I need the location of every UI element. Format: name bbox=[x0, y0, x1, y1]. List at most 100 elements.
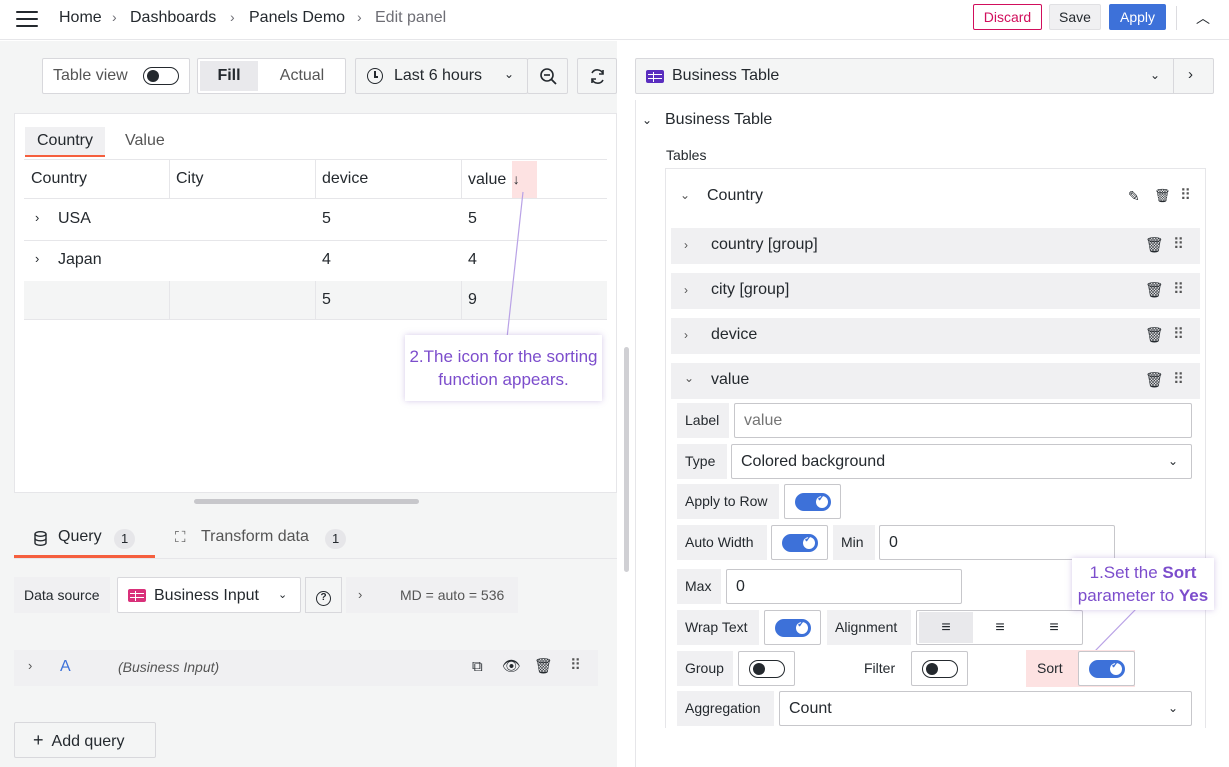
sort-switch[interactable] bbox=[1089, 660, 1125, 678]
tab-transform-label: Transform data bbox=[201, 528, 309, 545]
datasource-select[interactable]: Business Input ⌄ bbox=[117, 577, 301, 613]
filter-switch[interactable] bbox=[922, 660, 958, 678]
chevron-right-icon[interactable]: › bbox=[28, 658, 32, 673]
chevron-down-icon: ⌄ bbox=[1150, 68, 1161, 82]
trash-icon[interactable]: 🗑 bbox=[534, 657, 553, 675]
chevron-down-icon: ⌄ bbox=[1168, 701, 1179, 715]
chevron-right-icon: › bbox=[358, 587, 363, 602]
query-options-info: MD = auto = 536 bbox=[400, 587, 505, 603]
datasource-help-button[interactable]: ? bbox=[305, 577, 342, 613]
tables-label: Tables bbox=[666, 147, 707, 163]
group-item-value[interactable]: ⌄ value 🗑 ⠿ bbox=[671, 363, 1200, 399]
eye-icon[interactable]: 👁 bbox=[502, 657, 521, 675]
type-select[interactable]: Colored background ⌄ bbox=[731, 444, 1192, 479]
tab-query[interactable]: Query 1 bbox=[14, 528, 155, 558]
drag-handle-icon[interactable]: ⠿ bbox=[1173, 280, 1184, 298]
drag-handle-icon[interactable]: ⠿ bbox=[1180, 186, 1191, 204]
min-label: Min bbox=[833, 525, 875, 560]
trash-icon[interactable]: 🗑 bbox=[1145, 326, 1164, 344]
trash-icon[interactable]: 🗑 bbox=[1145, 236, 1164, 254]
section-title: Business Table bbox=[665, 111, 773, 128]
query-source: (Business Input) bbox=[118, 659, 220, 675]
max-label: Max bbox=[677, 569, 721, 604]
database-icon bbox=[34, 531, 47, 546]
query-row-a[interactable]: › A (Business Input) ⧉ 👁 🗑 ⠿ bbox=[14, 650, 598, 686]
group-item-label: device bbox=[711, 326, 758, 343]
trash-icon[interactable]: 🗑 bbox=[1145, 371, 1164, 389]
type-field-label: Type bbox=[677, 444, 727, 479]
drag-handle-icon[interactable]: ⠿ bbox=[570, 656, 581, 674]
align-left-icon[interactable]: ≡ bbox=[919, 612, 973, 643]
group-item-label: city [group] bbox=[711, 281, 790, 298]
sort-toggle-box bbox=[1078, 651, 1135, 686]
group-item-label: value bbox=[711, 371, 750, 388]
align-center-icon[interactable]: ≡ bbox=[973, 612, 1027, 643]
group-item-device[interactable]: › device 🗑 ⠿ bbox=[671, 318, 1200, 354]
drag-handle-icon[interactable]: ⠿ bbox=[1173, 370, 1184, 388]
annotation-sort-icon: 2.The icon for the sorting function appe… bbox=[405, 335, 602, 401]
horizontal-resize-handle[interactable] bbox=[194, 499, 419, 504]
alignment-group: ≡ ≡ ≡ bbox=[916, 610, 1083, 645]
query-count-badge: 1 bbox=[114, 529, 136, 549]
apply-to-row-switch[interactable] bbox=[795, 493, 831, 511]
chevron-right-icon: › bbox=[684, 283, 688, 297]
chevron-down-icon: ⌄ bbox=[1168, 454, 1179, 468]
trash-icon[interactable]: 🗑 bbox=[1154, 188, 1171, 204]
business-input-icon bbox=[128, 589, 146, 602]
query-letter: A bbox=[60, 658, 71, 675]
apply-to-row-toggle-box bbox=[784, 484, 841, 519]
add-query-button[interactable]: + Add query bbox=[14, 722, 156, 758]
visualization-picker[interactable]: Business Table ⌄ › bbox=[635, 58, 1214, 94]
drag-handle-icon[interactable]: ⠿ bbox=[1173, 235, 1184, 253]
drag-handle-icon[interactable]: ⠿ bbox=[1173, 325, 1184, 343]
aggregation-label: Aggregation bbox=[677, 691, 774, 726]
auto-width-toggle-box bbox=[771, 525, 828, 560]
label-input[interactable] bbox=[734, 403, 1192, 438]
trash-icon[interactable]: 🗑 bbox=[1145, 281, 1164, 299]
group-item-label: country [group] bbox=[711, 236, 818, 253]
label-field-label: Label bbox=[677, 403, 729, 438]
filter-label: Filter bbox=[856, 651, 906, 686]
chevron-down-icon[interactable]: ⌄ bbox=[642, 113, 652, 127]
wrap-text-toggle-box bbox=[764, 610, 821, 645]
visualization-name: Business Table bbox=[672, 67, 780, 84]
sort-label: Sort bbox=[1037, 660, 1063, 676]
table-name: Country bbox=[707, 187, 764, 204]
group-item-country[interactable]: › country [group] 🗑 ⠿ bbox=[671, 228, 1200, 264]
chevron-down-icon[interactable]: ⌄ bbox=[680, 188, 690, 202]
type-value: Colored background bbox=[741, 453, 886, 470]
auto-width-label: Auto Width bbox=[677, 525, 767, 560]
max-input[interactable]: 0 bbox=[726, 569, 962, 604]
vertical-scrollbar[interactable] bbox=[624, 347, 629, 572]
group-switch[interactable] bbox=[749, 660, 785, 678]
apply-to-row-label: Apply to Row bbox=[677, 484, 779, 519]
plus-icon: + bbox=[33, 730, 44, 750]
auto-width-switch[interactable] bbox=[782, 534, 818, 552]
alignment-label: Alignment bbox=[827, 610, 911, 645]
group-toggle-box bbox=[738, 651, 795, 686]
annotation-sort-parameter: 1.Set the Sort parameter to Yes bbox=[1072, 558, 1214, 610]
table-icon bbox=[646, 70, 664, 83]
filter-toggle-box bbox=[911, 651, 968, 686]
duplicate-icon[interactable]: ⧉ bbox=[472, 658, 483, 675]
wrap-text-switch[interactable] bbox=[775, 619, 811, 637]
chevron-right-icon[interactable]: › bbox=[1188, 66, 1193, 83]
add-query-label: Add query bbox=[51, 733, 125, 750]
datasource-label: Data source bbox=[14, 577, 110, 613]
datasource-value: Business Input bbox=[154, 587, 259, 604]
group-label: Group bbox=[677, 651, 733, 686]
chevron-down-icon: ⌄ bbox=[684, 371, 695, 385]
transform-count-badge: 1 bbox=[325, 529, 347, 549]
chevron-right-icon: › bbox=[684, 238, 688, 252]
tab-transform-data[interactable]: ⛶ Transform data 1 bbox=[175, 528, 355, 558]
chevron-down-icon: ⌄ bbox=[278, 589, 288, 601]
chevron-right-icon: › bbox=[684, 328, 688, 342]
min-input[interactable]: 0 bbox=[879, 525, 1115, 560]
tab-query-label: Query bbox=[58, 528, 102, 545]
group-item-city[interactable]: › city [group] 🗑 ⠿ bbox=[671, 273, 1200, 309]
query-options[interactable]: › MD = auto = 536 bbox=[346, 577, 518, 613]
aggregation-select[interactable]: Count ⌄ bbox=[779, 691, 1192, 726]
align-right-icon[interactable]: ≡ bbox=[1027, 612, 1081, 643]
aggregation-value: Count bbox=[789, 700, 832, 717]
edit-icon[interactable]: ✎ bbox=[1128, 188, 1140, 205]
